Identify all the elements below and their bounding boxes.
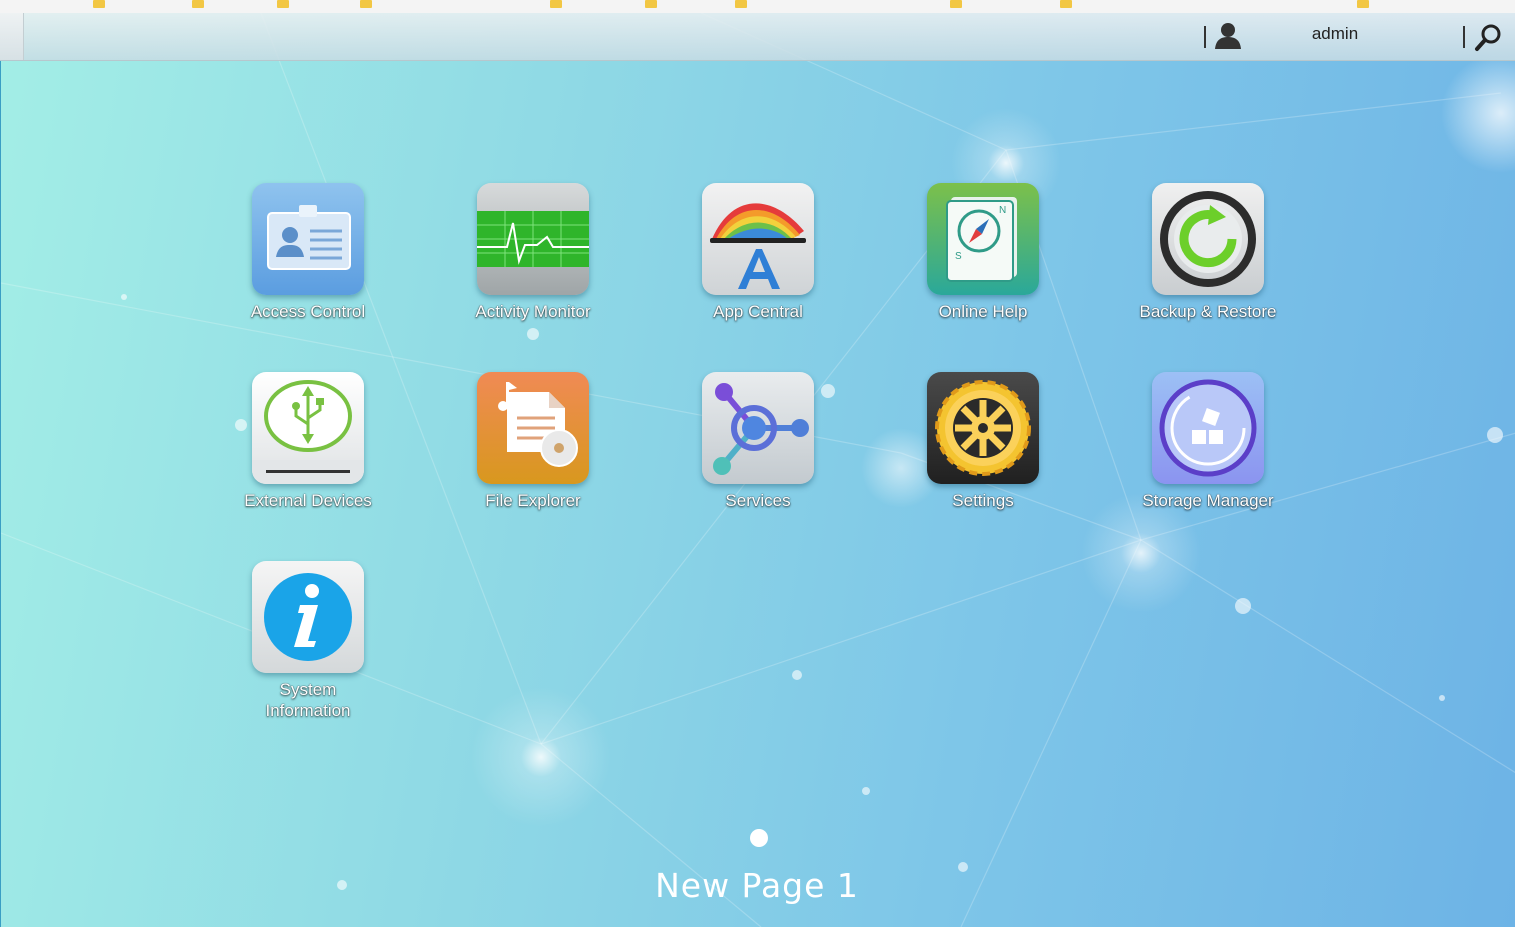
folder-icon[interactable] [277, 0, 289, 8]
folder-icon[interactable] [360, 0, 372, 8]
heartbeat-monitor-icon[interactable] [477, 183, 589, 295]
toolbar-separator [1204, 26, 1206, 48]
backup-restore-icon[interactable] [1152, 183, 1264, 295]
folder-icon[interactable] [950, 0, 962, 8]
user-icon[interactable] [1213, 22, 1243, 50]
storage-manager-icon[interactable] [1152, 372, 1264, 484]
app-services[interactable]: Services [648, 372, 868, 511]
folder-icon[interactable] [550, 0, 562, 8]
app-label: File Explorer [485, 491, 581, 510]
app-label: Settings [952, 491, 1014, 510]
app-file-explorer[interactable]: File Explorer [423, 372, 643, 511]
file-explorer-icon[interactable] [477, 372, 589, 484]
usb-icon[interactable] [252, 372, 364, 484]
gear-icon[interactable] [927, 372, 1039, 484]
app-label: Activity Monitor [475, 302, 591, 321]
svg-text:S: S [955, 251, 962, 262]
page-indicator-dot[interactable] [750, 829, 768, 847]
folder-icon[interactable] [645, 0, 657, 8]
app-label: Backup & Restore [1139, 302, 1277, 321]
folder-icon[interactable] [93, 0, 105, 8]
id-card-icon[interactable] [252, 183, 364, 295]
app-storage-manager[interactable]: Storage Manager [1098, 372, 1318, 511]
app-label: Online Help [938, 302, 1028, 321]
svg-text:N: N [999, 205, 1006, 216]
app-label: Services [725, 491, 791, 510]
app-system-information[interactable]: System Information [198, 561, 418, 721]
bookmarks-bar [0, 0, 1515, 14]
folder-icon[interactable] [192, 0, 204, 8]
compass-book-icon[interactable]: N S [927, 183, 1039, 295]
app-label: Storage Manager [1142, 491, 1274, 510]
app-settings[interactable]: Settings [873, 372, 1093, 511]
top-toolbar [0, 13, 1515, 61]
app-central-icon[interactable] [702, 183, 814, 295]
page-title: New Page 1 [655, 866, 859, 905]
app-label: System Information [265, 680, 351, 720]
app-app-central[interactable]: App Central [648, 183, 868, 322]
services-nodes-icon[interactable] [702, 372, 814, 484]
folder-icon[interactable] [735, 0, 747, 8]
app-backup-restore[interactable]: Backup & Restore [1098, 183, 1318, 322]
search-icon[interactable] [1474, 22, 1504, 52]
sidebar-toggle[interactable] [0, 13, 24, 60]
folder-icon[interactable] [1060, 0, 1072, 8]
app-online-help[interactable]: N S Online Help [873, 183, 1093, 322]
folder-icon[interactable] [1357, 0, 1369, 8]
app-label: Access Control [250, 302, 366, 321]
app-label: External Devices [244, 491, 372, 510]
username-label[interactable]: admin [1290, 24, 1380, 44]
info-icon[interactable] [252, 561, 364, 673]
app-access-control[interactable]: Access Control [198, 183, 418, 322]
app-activity-monitor[interactable]: Activity Monitor [423, 183, 643, 322]
app-external-devices[interactable]: External Devices [198, 372, 418, 511]
app-label: App Central [713, 302, 803, 321]
toolbar-separator [1463, 26, 1465, 48]
